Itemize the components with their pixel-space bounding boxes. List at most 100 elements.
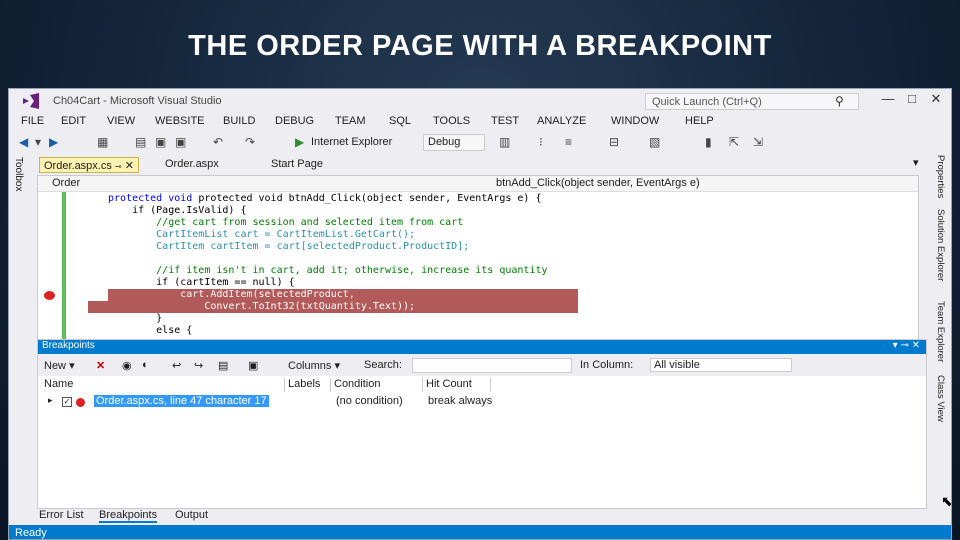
import-icon[interactable]: ▣ bbox=[248, 359, 258, 372]
table-row[interactable]: ▸ ✓ Order.aspx.cs, line 47 character 17 … bbox=[38, 395, 926, 409]
code-line: protected void protected void btnAdd_Cli… bbox=[108, 193, 542, 204]
menu-debug[interactable]: DEBUG bbox=[275, 115, 314, 127]
tab-error-list[interactable]: Error List bbox=[39, 509, 84, 521]
bookmark-icon[interactable]: ▮ bbox=[705, 135, 712, 149]
menu-test[interactable]: TEST bbox=[491, 115, 519, 127]
go-to-source-icon[interactable]: ↩ bbox=[172, 359, 181, 372]
bookmark-prev-icon[interactable]: ⇱ bbox=[729, 135, 739, 149]
column-labels[interactable]: Labels bbox=[288, 378, 320, 390]
export-icon[interactable]: ▤ bbox=[218, 359, 228, 372]
minimize-button[interactable]: — bbox=[877, 91, 899, 109]
pin-icon[interactable]: ⊸ bbox=[115, 162, 122, 171]
open-file-icon[interactable]: ▤ bbox=[135, 135, 146, 149]
search-input[interactable] bbox=[412, 358, 572, 373]
code-line: if (Page.IsValid) { bbox=[108, 205, 247, 216]
breakpoint-name[interactable]: Order.aspx.cs, line 47 character 17 bbox=[94, 395, 269, 407]
forward-icon[interactable]: ▶ bbox=[49, 135, 58, 149]
menu-window[interactable]: WINDOW bbox=[611, 115, 659, 127]
toolbar-icon[interactable]: ⁝ bbox=[539, 135, 543, 149]
menu-team[interactable]: TEAM bbox=[335, 115, 366, 127]
columns-button[interactable]: Columns ▾ bbox=[288, 359, 340, 372]
new-project-icon[interactable]: ▦ bbox=[97, 135, 108, 149]
menu-tools[interactable]: TOOLS bbox=[433, 115, 470, 127]
menu-build[interactable]: BUILD bbox=[223, 115, 255, 127]
bookmark-next-icon[interactable]: ⇲ bbox=[753, 135, 763, 149]
toolbox-tab[interactable]: Toolbox bbox=[13, 157, 24, 191]
member-selector[interactable]: btnAdd_Click(object sender, EventArgs e) bbox=[492, 177, 912, 191]
breakpoint-line: Convert.ToInt32(txtQuantity.Text)); bbox=[88, 301, 578, 314]
dropdown-arrow-icon[interactable]: ▾ bbox=[35, 135, 41, 149]
toolbar-icon[interactable]: ▧ bbox=[649, 135, 660, 149]
configuration-select[interactable]: Debug bbox=[423, 134, 485, 151]
go-to-disassembly-icon[interactable]: ↪ bbox=[194, 359, 203, 372]
new-breakpoint-button[interactable]: New ▾ bbox=[44, 359, 75, 372]
class-selector[interactable]: Order bbox=[48, 177, 488, 191]
back-icon[interactable]: ◀ bbox=[19, 135, 28, 149]
toolbar-icon[interactable]: ▥ bbox=[499, 135, 510, 149]
delete-icon[interactable]: ✕ bbox=[96, 359, 105, 372]
visual-studio-logo-icon bbox=[23, 93, 39, 109]
properties-tab[interactable]: Properties bbox=[935, 155, 946, 198]
disable-all-icon[interactable]: ◐ bbox=[142, 359, 149, 371]
breakpoints-toolbar: New ▾ ✕ ◉ ◐ ↩ ↪ ▤ ▣ Columns ▾ Search: In… bbox=[38, 354, 926, 376]
column-divider[interactable] bbox=[330, 378, 331, 392]
close-button[interactable]: ✕ bbox=[925, 91, 947, 109]
breakpoint-condition: (no condition) bbox=[336, 395, 403, 407]
menu-sql[interactable]: SQL bbox=[389, 115, 411, 127]
breakpoint-hit-count: break always bbox=[428, 395, 493, 407]
navigation-bar: Order btnAdd_Click(object sender, EventA… bbox=[38, 176, 918, 192]
team-explorer-tab[interactable]: Team Explorer bbox=[935, 301, 946, 362]
browser-selector[interactable]: Internet Explorer bbox=[311, 136, 392, 148]
toolbox-strip: Toolbox bbox=[9, 153, 31, 463]
breakpoint-icon bbox=[76, 398, 85, 407]
redo-icon[interactable]: ↷ bbox=[245, 135, 255, 149]
save-all-icon[interactable]: ▣ bbox=[175, 135, 186, 149]
menu-file[interactable]: FILE bbox=[21, 115, 44, 127]
quick-launch-input[interactable]: Quick Launch (Ctrl+Q) bbox=[645, 93, 859, 110]
column-divider[interactable] bbox=[422, 378, 423, 392]
tab-order-aspx[interactable]: Order.aspx bbox=[161, 157, 223, 173]
search-icon[interactable]: ⚲ bbox=[835, 94, 844, 108]
menu-bar: FILE EDIT VIEW WEBSITE BUILD DEBUG TEAM … bbox=[9, 113, 951, 131]
save-icon[interactable]: ▣ bbox=[155, 135, 166, 149]
column-divider[interactable] bbox=[284, 378, 285, 392]
maximize-button[interactable]: □ bbox=[901, 91, 923, 109]
status-bar: Ready bbox=[9, 525, 951, 539]
code-line: CartItem cartItem = cart[selectedProduct… bbox=[108, 241, 470, 252]
panel-window-controls[interactable]: ▾ ⊸ ✕ bbox=[893, 340, 920, 351]
expand-icon[interactable]: ▸ bbox=[48, 395, 53, 406]
tab-order-aspx-cs[interactable]: Order.aspx.cs ⊸ ✕ bbox=[39, 157, 139, 173]
delete-all-icon[interactable]: ◉ bbox=[122, 359, 132, 372]
breakpoint-enabled-checkbox[interactable]: ✓ bbox=[62, 397, 72, 407]
column-condition[interactable]: Condition bbox=[334, 378, 380, 390]
search-label: Search: bbox=[364, 359, 402, 371]
menu-website[interactable]: WEBSITE bbox=[155, 115, 205, 127]
chevron-down-icon[interactable]: ▾ bbox=[909, 155, 923, 171]
toolbar-icon[interactable]: ≡ bbox=[565, 135, 572, 149]
code-line: else { bbox=[108, 325, 193, 336]
slide-title: THE ORDER PAGE WITH A BREAKPOINT bbox=[188, 30, 772, 62]
toolbar-icon[interactable]: ⊟ bbox=[609, 135, 619, 149]
close-icon[interactable]: ✕ bbox=[125, 160, 134, 172]
column-divider[interactable] bbox=[490, 378, 491, 392]
tab-start-page[interactable]: Start Page bbox=[267, 157, 327, 173]
column-name[interactable]: Name bbox=[44, 378, 73, 390]
class-view-tab[interactable]: Class View bbox=[935, 375, 946, 422]
tab-breakpoints[interactable]: Breakpoints bbox=[99, 509, 158, 523]
title-bar: Ch04Cart - Microsoft Visual Studio Quick… bbox=[9, 89, 951, 113]
in-column-select[interactable]: All visible bbox=[650, 358, 792, 372]
tab-output[interactable]: Output bbox=[175, 509, 208, 521]
menu-analyze[interactable]: ANALYZE bbox=[537, 115, 586, 127]
code-line: //get cart from session and selected ite… bbox=[108, 217, 464, 228]
code-line: } bbox=[108, 313, 163, 324]
undo-icon[interactable]: ↶ bbox=[213, 135, 223, 149]
menu-view[interactable]: VIEW bbox=[107, 115, 135, 127]
solution-explorer-tab[interactable]: Solution Explorer bbox=[935, 209, 946, 281]
menu-help[interactable]: HELP bbox=[685, 115, 714, 127]
start-debugging-icon[interactable]: ▶ bbox=[295, 135, 304, 149]
breakpoints-panel: Breakpoints ▾ ⊸ ✕ New ▾ ✕ ◉ ◐ ↩ ↪ ▤ ▣ Co… bbox=[37, 339, 927, 509]
in-column-label: In Column: bbox=[580, 359, 634, 371]
menu-edit[interactable]: EDIT bbox=[61, 115, 86, 127]
visual-studio-window: Ch04Cart - Microsoft Visual Studio Quick… bbox=[8, 88, 952, 540]
column-hit-count[interactable]: Hit Count bbox=[426, 378, 472, 390]
